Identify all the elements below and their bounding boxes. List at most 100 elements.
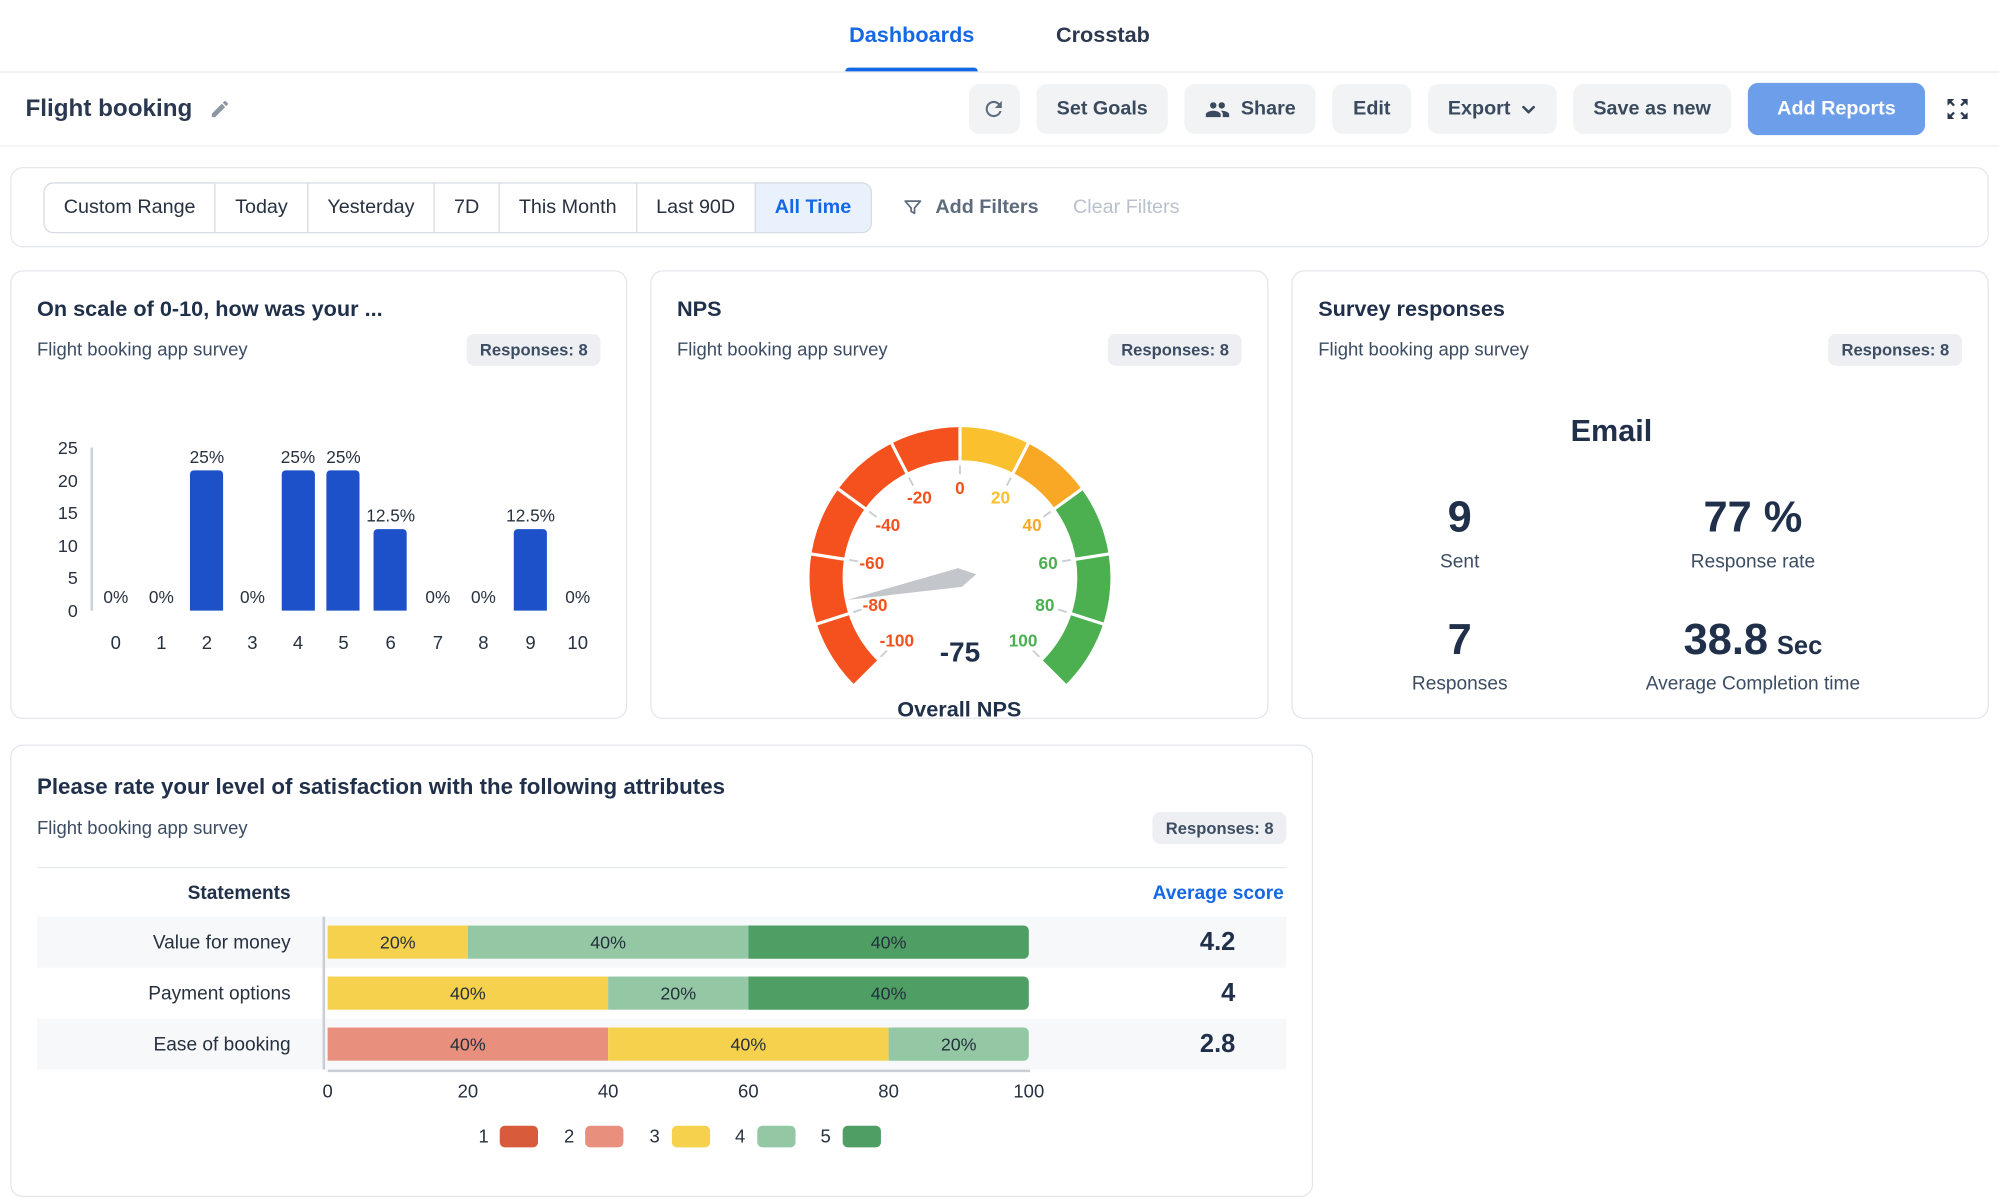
- range-button-today[interactable]: Today: [215, 182, 309, 233]
- bar-column: 0%3: [230, 447, 276, 610]
- add-reports-label: Add Reports: [1777, 98, 1896, 121]
- add-reports-button[interactable]: Add Reports: [1748, 83, 1925, 135]
- bar-column: 25%4: [275, 447, 321, 610]
- gauge-tick-label: -20: [906, 488, 931, 508]
- card-title: Survey responses: [1318, 297, 1962, 322]
- legend-swatch: [671, 1126, 709, 1148]
- bar-value-label: 12.5%: [366, 506, 415, 525]
- gauge-tick-label: 40: [1022, 515, 1041, 535]
- save-as-new-button[interactable]: Save as new: [1573, 84, 1731, 134]
- gauge-tick-label: -40: [875, 515, 900, 535]
- responses-badge: Responses: 8: [1829, 334, 1962, 366]
- stat-sent: 9 Sent: [1440, 493, 1479, 572]
- gauge-svg: -100-80-60-40-20020406080100-75: [749, 399, 1170, 695]
- bar-column: 0%10: [555, 447, 601, 610]
- add-filters-button[interactable]: Add Filters: [901, 196, 1039, 219]
- bar-column: 12.5%6: [366, 447, 415, 610]
- range-button-last-90d[interactable]: Last 90D: [636, 182, 756, 233]
- gauge-minor-tick: [880, 651, 886, 657]
- gauge-canvas: -100-80-60-40-20020406080100-75: [749, 399, 1170, 695]
- chevron-down-icon: [1521, 104, 1536, 114]
- stat-responses: 7 Responses: [1412, 616, 1508, 695]
- legend-swatch: [757, 1126, 795, 1148]
- edit-title-button[interactable]: [206, 96, 233, 123]
- satisfaction-row: Payment options40%20%40%4: [37, 968, 1286, 1019]
- range-button-all-time[interactable]: All Time: [754, 182, 871, 233]
- average-score-header: Average score: [1035, 882, 1286, 904]
- y-axis-tick: 10: [58, 535, 78, 555]
- top-tab-bar: Dashboards Crosstab: [0, 0, 1999, 73]
- gauge-value: -75: [939, 637, 980, 668]
- legend-swatch: [586, 1126, 624, 1148]
- legend-swatch: [500, 1126, 538, 1148]
- export-button[interactable]: Export: [1427, 84, 1556, 134]
- stacked-bar-segment: 20%: [889, 1028, 1029, 1061]
- x-axis-tick: 0: [111, 634, 121, 654]
- bar: [374, 529, 407, 611]
- legend-label: 4: [735, 1126, 745, 1146]
- bar-value-label: 25%: [281, 447, 315, 466]
- fullscreen-button[interactable]: [1942, 93, 1974, 125]
- legend-item: 4: [735, 1126, 795, 1148]
- y-axis-tick: 0: [68, 600, 78, 620]
- gauge-minor-tick: [1006, 478, 1010, 486]
- statement-label: Value for money: [37, 931, 324, 953]
- gauge-minor-tick: [1058, 609, 1066, 612]
- stat-value: 7: [1448, 616, 1472, 664]
- nps-card: NPS Flight booking app survey Responses:…: [650, 270, 1268, 719]
- legend-label: 5: [821, 1126, 831, 1146]
- satisfaction-stacked-chart: StatementsAverage scoreValue for money20…: [37, 867, 1286, 1147]
- stacked-bar-segment: 40%: [468, 926, 748, 959]
- bar-column: 0%0: [93, 447, 139, 610]
- clear-filters-button[interactable]: Clear Filters: [1073, 196, 1180, 219]
- stat-unit: Sec: [1777, 632, 1822, 660]
- bar: [514, 529, 547, 611]
- bar: [281, 470, 314, 610]
- bar-value-label: 12.5%: [506, 506, 555, 525]
- set-goals-button[interactable]: Set Goals: [1036, 84, 1168, 134]
- legend-label: 3: [649, 1126, 659, 1146]
- x-axis-tick: 40: [598, 1082, 619, 1102]
- pencil-icon: [209, 98, 231, 120]
- survey-stats: Email 9 Sent 77 % Response rate 7 Respon…: [1318, 414, 1962, 694]
- x-axis-tick: 3: [247, 634, 257, 654]
- range-button-7d[interactable]: 7D: [434, 182, 500, 233]
- range-button-this-month[interactable]: This Month: [498, 182, 637, 233]
- gauge-band-segment: [959, 444, 1020, 459]
- tab-dashboards[interactable]: Dashboards: [849, 0, 974, 71]
- edit-button[interactable]: Edit: [1333, 84, 1411, 134]
- gauge-minor-tick: [908, 478, 912, 486]
- bar-column: 0%7: [415, 447, 461, 610]
- card-title: NPS: [677, 297, 1242, 322]
- bar-column: 12.5%9: [506, 447, 555, 610]
- range-button-custom-range[interactable]: Custom Range: [43, 182, 216, 233]
- y-axis-tick: 20: [58, 470, 78, 490]
- bar-value-label: 0%: [149, 588, 174, 607]
- x-axis-tick: 5: [338, 634, 348, 654]
- bar-value-label: 0%: [103, 588, 128, 607]
- stat-response-rate: 77 % Response rate: [1691, 493, 1815, 572]
- stat-label: Responses: [1412, 673, 1508, 695]
- page-title: Flight booking: [25, 95, 192, 123]
- card-subtitle: Flight booking app survey: [1318, 340, 1529, 360]
- legend-item: 2: [564, 1126, 624, 1148]
- range-button-yesterday[interactable]: Yesterday: [307, 182, 435, 233]
- bar-value-label: 0%: [425, 588, 450, 607]
- statement-bar-cell: 40%40%20%: [324, 1028, 1035, 1061]
- cards-row: On scale of 0-10, how was your ... Fligh…: [0, 270, 1999, 719]
- bar: [190, 470, 223, 610]
- edit-label: Edit: [1353, 98, 1390, 121]
- gauge-tick-label: -80: [862, 595, 887, 615]
- statement-label: Payment options: [37, 982, 324, 1004]
- bar-chart-plot: 05101520250%00%125%20%325%425%512.5%60%7…: [37, 447, 600, 610]
- gauge-minor-tick: [1043, 512, 1050, 517]
- survey-responses-card: Survey responses Flight booking app surv…: [1291, 270, 1988, 719]
- bar-value-label: 0%: [471, 588, 496, 607]
- expand-icon: [1944, 96, 1971, 123]
- gauge-minor-tick: [1032, 651, 1038, 657]
- gauge-tick-label: 0: [955, 478, 965, 498]
- people-icon: [1205, 96, 1230, 121]
- share-button[interactable]: Share: [1185, 84, 1316, 134]
- refresh-button[interactable]: [969, 84, 1020, 134]
- tab-crosstab[interactable]: Crosstab: [1056, 0, 1150, 71]
